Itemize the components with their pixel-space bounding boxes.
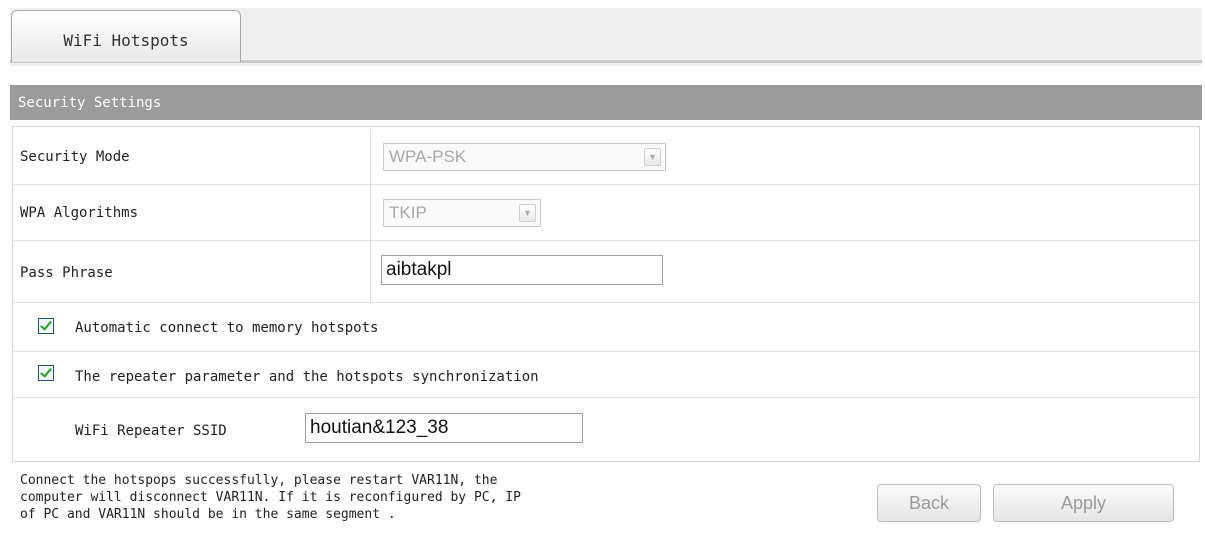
restart-notice: Connect the hotspops successfully, pleas… [20,473,521,522]
chevron-down-icon: ▼ [519,204,536,222]
chevron-down-icon: ▼ [644,148,661,166]
security-mode-value: WPA-PSK [389,147,467,166]
wpa-algorithms-select[interactable]: TKIP ▼ [383,199,541,227]
repeater-sync-checkbox[interactable] [38,365,54,381]
repeater-ssid-label: WiFi Repeater SSID [75,423,227,439]
apply-button[interactable]: Apply [993,484,1174,522]
security-mode-label: Security Mode [20,149,130,165]
security-settings-header: Security Settings [10,85,1202,120]
auto-connect-label: Automatic connect to memory hotspots [75,320,379,336]
pass-phrase-input[interactable]: aibtakpl [381,255,663,285]
security-mode-select[interactable]: WPA-PSK ▼ [383,143,666,171]
repeater-sync-label: The repeater parameter and the hotspots … [75,369,539,385]
pass-phrase-label: Pass Phrase [20,265,113,281]
back-button[interactable]: Back [877,484,981,522]
row-wpa-algorithms [14,185,1198,241]
auto-connect-checkbox[interactable] [38,318,54,334]
tab-wifi-hotspots[interactable]: WiFi Hotspots [11,10,241,62]
repeater-ssid-input[interactable]: houtian&123_38 [305,413,583,443]
column-divider [370,130,371,303]
wpa-algorithms-value: TKIP [389,203,427,222]
wpa-algorithms-label: WPA Algorithms [20,205,139,221]
